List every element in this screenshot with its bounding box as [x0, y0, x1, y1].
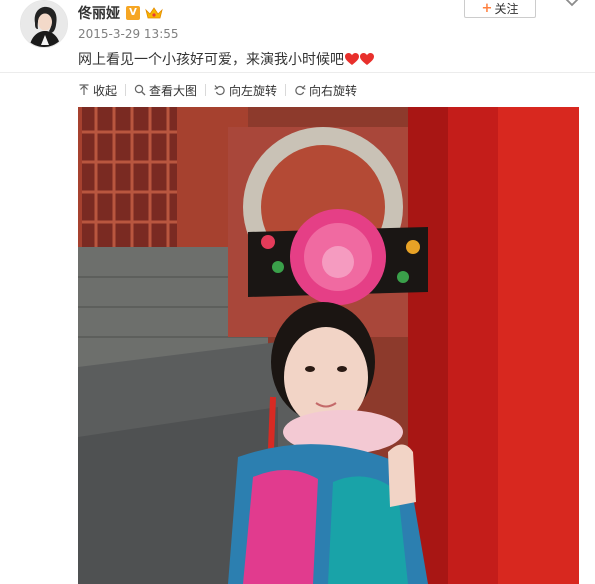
collapse-button[interactable]: 收起: [78, 82, 117, 99]
chevron-down-icon[interactable]: [564, 0, 580, 9]
rotate-right-button[interactable]: 向右旋转: [294, 82, 357, 99]
follow-button[interactable]: + 关注: [464, 0, 536, 18]
vip-crown-icon[interactable]: [145, 6, 163, 20]
follow-label: 关注: [494, 2, 519, 16]
view-large-label: 查看大图: [149, 83, 198, 98]
post-text-row: 网上看见一个小孩好可爱，来演我小时候吧: [78, 49, 374, 69]
toolbar-separator: [285, 84, 287, 96]
verified-badge-icon[interactable]: V: [126, 6, 140, 20]
weibo-post-card: 佟丽娅 V + 关注 2015-3-29 13:55 网上看见一个小孩好可爱，来…: [0, 0, 595, 584]
post-photo: [78, 107, 579, 584]
avatar[interactable]: [20, 0, 68, 48]
rotate-left-icon: [214, 85, 225, 96]
rotate-right-label: 向右旋转: [309, 83, 358, 98]
rotate-right-icon: [295, 85, 306, 96]
divider: [0, 72, 595, 73]
avatar-image: [21, 1, 67, 47]
author-name[interactable]: 佟丽娅: [78, 3, 120, 23]
post-text: 网上看见一个小孩好可爱，来演我小时候吧: [78, 52, 344, 68]
magnifier-icon: [134, 84, 146, 96]
heart-icon: [360, 52, 374, 65]
view-large-button[interactable]: 查看大图: [134, 82, 197, 99]
toolbar-separator: [205, 84, 207, 96]
author-row: 佟丽娅 V: [78, 3, 163, 23]
post-image[interactable]: [78, 107, 579, 584]
post-timestamp[interactable]: 2015-3-29 13:55: [78, 27, 179, 41]
collapse-label: 收起: [93, 83, 118, 98]
collapse-arrow-icon: [79, 84, 89, 95]
plus-icon: +: [481, 1, 493, 16]
toolbar-separator: [125, 84, 127, 96]
image-toolbar: 收起 查看大图 向左旋转 向右旋转: [78, 80, 357, 100]
rotate-left-button[interactable]: 向左旋转: [214, 82, 277, 99]
rotate-left-label: 向左旋转: [229, 83, 278, 98]
heart-icon: [345, 52, 359, 65]
